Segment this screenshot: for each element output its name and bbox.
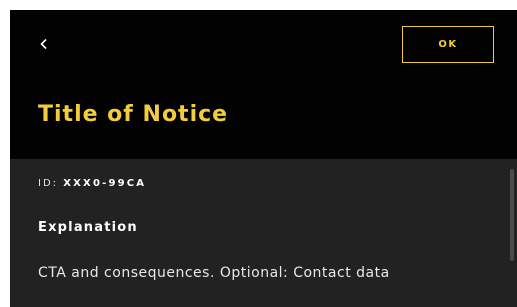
back-button[interactable] [32,32,56,56]
page-title: Title of Notice [38,102,229,127]
cta-text: CTA and consequences. Optional: Contact … [38,265,390,281]
chevron-left-icon [39,38,49,50]
notice-id: ID: XXX0-99CA [38,177,146,191]
notice-header: OK Title of Notice [10,10,517,159]
ok-button[interactable]: OK [402,26,494,63]
scrollbar[interactable] [510,169,514,261]
notice-content: ID: XXX0-99CA Explanation CTA and conseq… [10,159,517,307]
notice-id-label: ID: [38,178,59,189]
explanation-heading: Explanation [38,220,138,235]
notice-screen: OK Title of Notice ID: XXX0-99CA Explana… [10,10,517,307]
notice-id-value: XXX0-99CA [63,178,147,189]
